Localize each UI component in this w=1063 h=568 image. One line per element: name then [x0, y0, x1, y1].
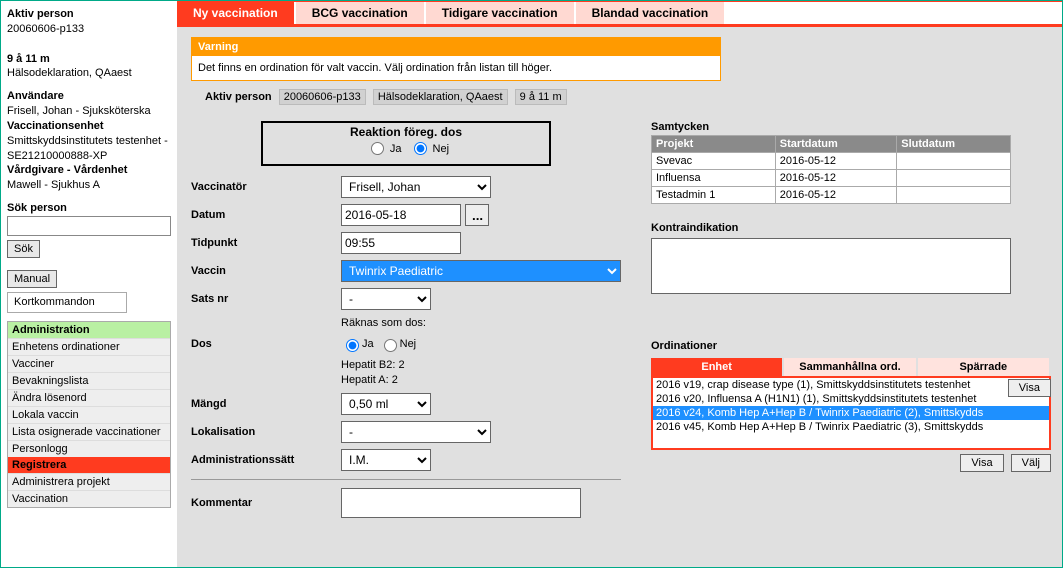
sidebar-care-label: Vårdgivare - Vårdenhet [7, 163, 171, 178]
localization-label: Lokalisation [191, 426, 341, 438]
date-picker-button[interactable]: ... [465, 204, 489, 226]
sidebar-item-enhet-ord[interactable]: Enhetens ordinationer [8, 338, 170, 355]
reaction-yes-radio[interactable] [371, 142, 384, 155]
search-button[interactable]: Sök [7, 240, 40, 258]
time-input[interactable] [341, 232, 461, 254]
ord-select-button[interactable]: Välj [1011, 454, 1051, 472]
ord-tab-enhet[interactable]: Enhet [651, 358, 784, 376]
search-label: Sök person [7, 201, 171, 216]
sidebar-user-label: Användare [7, 89, 171, 104]
sidebar-item-vacciner[interactable]: Vacciner [8, 355, 170, 372]
dose-yes-radio[interactable] [346, 339, 359, 352]
shortcuts-link[interactable]: Kortkommandon [7, 292, 127, 313]
consents-col-project: Projekt [652, 136, 776, 153]
reaction-label: Reaktion föreg. dos [263, 125, 549, 139]
consents-col-end: Slutdatum [897, 136, 1011, 153]
consents-heading: Samtycken [651, 121, 1051, 133]
sidebar-item-admin-projekt[interactable]: Administrera projekt [8, 473, 170, 490]
sidebar-care-name: Mawell - Sjukhus A [7, 178, 171, 193]
tab-tidigare[interactable]: Tidigare vaccination [426, 2, 576, 24]
counted-as-dose-label: Räknas som dos: [341, 316, 621, 330]
vaccine-label: Vaccin [191, 265, 341, 277]
dose-yes-label: Ja [362, 338, 374, 350]
ordinations-heading: Ordinationer [651, 340, 1051, 352]
register-heading: Registrera [8, 457, 170, 473]
dose-label: Dos [191, 338, 341, 350]
tab-ny-vaccination[interactable]: Ny vaccination [177, 2, 296, 24]
ord-row-2[interactable]: 2016 v24, Komb Hep A+Hep B / Twinrix Pae… [653, 406, 1049, 420]
reaction-no-radio[interactable] [414, 142, 427, 155]
sidebar-active-name: Hälsodeklaration, QAaest [7, 66, 171, 81]
sidebar-active-age: 9 å 11 m [7, 52, 171, 67]
tab-bcg[interactable]: BCG vaccination [296, 2, 426, 24]
contra-box[interactable] [651, 238, 1011, 294]
ord-row-3[interactable]: 2016 v45, Komb Hep A+Hep B / Twinrix Pae… [653, 420, 1049, 434]
sidebar-active-id: 20060606-p133 [7, 22, 171, 37]
sidebar-item-lokala[interactable]: Lokala vaccin [8, 406, 170, 423]
ord-row-0[interactable]: 2016 v19, crap disease type (1), Smittsk… [653, 378, 1049, 392]
sidebar-item-vaccination[interactable]: Vaccination [8, 490, 170, 507]
vaccine-select[interactable]: Twinrix Paediatric [341, 260, 621, 282]
context-age: 9 å 11 m [515, 89, 567, 105]
reaction-yes-label: Ja [390, 143, 402, 155]
consents-col-start: Startdatum [775, 136, 896, 153]
adminroute-select[interactable]: I.M. [341, 449, 431, 471]
sidebar-active-label: Aktiv person [7, 7, 171, 22]
ord-tab-samman[interactable]: Sammanhållna ord. [784, 358, 917, 376]
ord-row-1[interactable]: 2016 v20, Influensa A (H1N1) (1), Smitts… [653, 392, 1049, 406]
localization-select[interactable]: - [341, 421, 491, 443]
date-input[interactable] [341, 204, 461, 226]
time-label: Tidpunkt [191, 237, 341, 249]
comment-label: Kommentar [191, 497, 341, 509]
reaction-no-label: Nej [433, 143, 450, 155]
adminroute-label: Administrationssätt [191, 454, 341, 466]
contra-show-button[interactable]: Visa [1008, 379, 1051, 397]
ord-show-button[interactable]: Visa [960, 454, 1003, 472]
sidebar-item-personlogg[interactable]: Personlogg [8, 440, 170, 457]
dose-no-label: Nej [400, 338, 417, 350]
amount-select[interactable]: 0,50 ml [341, 393, 431, 415]
vaccinator-label: Vaccinatör [191, 181, 341, 193]
warning-text: Det finns en ordination för valt vaccin.… [192, 56, 720, 80]
sidebar-item-bevak[interactable]: Bevakningslista [8, 372, 170, 389]
warning-heading: Varning [192, 38, 720, 56]
tab-blandad[interactable]: Blandad vaccination [576, 2, 727, 24]
ordination-list[interactable]: 2016 v19, crap disease type (1), Smittsk… [651, 378, 1051, 450]
context-name: Hälsodeklaration, QAaest [373, 89, 508, 105]
context-label: Aktiv person [205, 91, 272, 103]
sidebar-unit-name: Smittskyddsinstitutets testenhet - SE212… [7, 134, 171, 164]
search-input[interactable] [7, 216, 171, 236]
dose-info-2: Hepatit A: 2 [341, 373, 621, 387]
consents-table: Projekt Startdatum Slutdatum Svevac2016-… [651, 135, 1011, 204]
sidebar-item-osignerade[interactable]: Lista osignerade vaccinationer [8, 423, 170, 440]
amount-label: Mängd [191, 398, 341, 410]
context-id: 20060606-p133 [279, 89, 366, 105]
date-label: Datum [191, 209, 341, 221]
sidebar-user-name: Frisell, Johan - Sjuksköterska [7, 104, 171, 119]
manual-button[interactable]: Manual [7, 270, 57, 288]
admin-heading: Administration [8, 322, 170, 338]
ord-tab-sparrade[interactable]: Spärrade [918, 358, 1051, 376]
comment-input[interactable] [341, 488, 581, 518]
sidebar-item-losenord[interactable]: Ändra lösenord [8, 389, 170, 406]
contra-heading: Kontraindikation [651, 222, 1051, 234]
vaccinator-select[interactable]: Frisell, Johan [341, 176, 491, 198]
batch-label: Sats nr [191, 293, 341, 305]
sidebar-unit-label: Vaccinationsenhet [7, 119, 171, 134]
dose-info-1: Hepatit B2: 2 [341, 358, 621, 372]
dose-no-radio[interactable] [384, 339, 397, 352]
batch-select[interactable]: - [341, 288, 431, 310]
